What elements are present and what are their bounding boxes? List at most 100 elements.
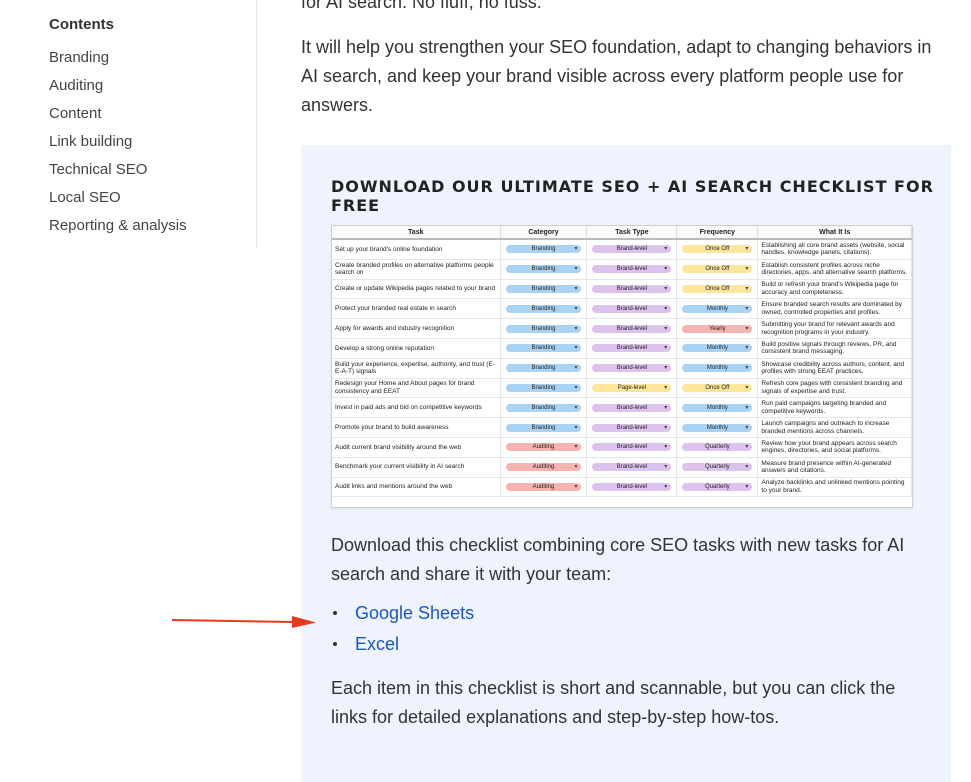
- column-header-frequency: Frequency: [676, 226, 759, 240]
- category-cell: Branding: [500, 338, 588, 359]
- table-row: Audit links and mentions around the web A…: [332, 477, 912, 498]
- task-cell: Apply for awards and industry recognitio…: [332, 318, 501, 339]
- task-cell: Invest in paid ads and bid on competitiv…: [332, 397, 501, 419]
- toc-item-branding[interactable]: Branding: [49, 44, 187, 72]
- table-row: Apply for awards and industry recognitio…: [332, 318, 912, 339]
- frequency-cell: Yearly: [676, 318, 759, 339]
- dropdown-chip: Yearly: [682, 324, 753, 333]
- column-header-task: Task: [332, 226, 501, 240]
- download-paragraph: Download this checklist combining core S…: [331, 535, 905, 584]
- dropdown-chip: Once Off: [682, 245, 753, 254]
- task-cell: Redesign your Home and About pages for b…: [332, 378, 501, 399]
- task-type-cell: Brand-level: [586, 477, 678, 498]
- download-link-item: Excel: [331, 629, 474, 660]
- dropdown-chip: Brand-level: [592, 423, 672, 432]
- dropdown-chip: Monthly: [682, 423, 753, 432]
- description-cell: Build or refresh your brand's Wikipedia …: [757, 279, 912, 300]
- frequency-cell: Once Off: [676, 279, 759, 300]
- category-cell: Branding: [500, 298, 588, 320]
- toc-item-auditing[interactable]: Auditing: [49, 72, 187, 100]
- task-cell: Audit links and mentions around the web: [332, 477, 501, 498]
- category-cell: Branding: [500, 378, 588, 399]
- dropdown-chip: Once Off: [682, 284, 753, 293]
- dropdown-chip: Branding: [505, 304, 582, 313]
- table-row: Protect your branded real estate in sear…: [332, 298, 912, 320]
- dropdown-chip: Page-level: [592, 383, 672, 392]
- frequency-cell: Once Off: [676, 259, 759, 280]
- dropdown-chip: Branding: [505, 423, 582, 432]
- frequency-cell: Once Off: [676, 378, 759, 399]
- description-cell: Showcase credibility across authors, con…: [757, 358, 912, 379]
- table-row: Benchmark your current visibility in AI …: [332, 457, 912, 478]
- dropdown-chip: Monthly: [682, 344, 753, 353]
- dropdown-chip: Brand-level: [592, 403, 672, 412]
- toc-item-local-seo[interactable]: Local SEO: [49, 184, 187, 212]
- description-cell: Establishing all core brand assets (webs…: [757, 239, 912, 260]
- category-cell: Auditing: [500, 437, 588, 458]
- dropdown-chip: Monthly: [682, 364, 753, 373]
- description-cell: Review how your brand appears across sea…: [757, 437, 912, 458]
- frequency-cell: Monthly: [676, 397, 759, 419]
- checklist-callout: DOWNLOAD OUR ULTIMATE SEO + AI SEARCH CH…: [301, 145, 951, 782]
- dropdown-chip: Branding: [505, 344, 582, 353]
- task-type-cell: Brand-level: [586, 457, 678, 478]
- google-sheets-link[interactable]: Google Sheets: [355, 603, 474, 623]
- checklist-table: Task Category Task Type Frequency What I…: [332, 226, 912, 498]
- dropdown-chip: Brand-level: [592, 364, 672, 373]
- column-header-task-type: Task Type: [586, 226, 678, 240]
- table-row: Create branded profiles on alternative p…: [332, 259, 912, 280]
- task-type-cell: Page-level: [586, 378, 678, 399]
- task-cell: Benchmark your current visibility in AI …: [332, 457, 501, 478]
- dropdown-chip: Once Off: [682, 265, 753, 274]
- callout-heading: DOWNLOAD OUR ULTIMATE SEO + AI SEARCH CH…: [331, 177, 934, 215]
- table-row: Promote your brand to build awareness Bra…: [332, 417, 912, 438]
- description-cell: Analyze backlinks and unlinked mentions …: [757, 477, 912, 498]
- toc-list: Branding Auditing Content Link building …: [49, 44, 187, 240]
- task-cell: Set up your brand's online foundation: [332, 239, 501, 260]
- category-cell: Branding: [500, 417, 588, 438]
- description-cell: Measure brand presence within AI-generat…: [757, 457, 912, 478]
- toc-item-content[interactable]: Content: [49, 100, 187, 128]
- description-cell: Submitting your brand for relevant award…: [757, 318, 912, 339]
- dropdown-chip: Brand-level: [592, 482, 672, 491]
- dropdown-chip: Branding: [505, 284, 582, 293]
- table-row: Redesign your Home and About pages for b…: [332, 378, 912, 399]
- dropdown-chip: Quarterly: [682, 443, 753, 452]
- dropdown-chip: Branding: [505, 324, 582, 333]
- dropdown-chip: Brand-level: [592, 284, 672, 293]
- frequency-cell: Quarterly: [676, 477, 759, 498]
- dropdown-chip: Branding: [505, 403, 582, 412]
- table-row: Invest in paid ads and bid on competitiv…: [332, 397, 912, 419]
- column-header-what-it-is: What It Is: [757, 226, 912, 240]
- frequency-cell: Once Off: [676, 239, 759, 260]
- toc-item-reporting[interactable]: Reporting & analysis: [49, 212, 187, 240]
- category-cell: Branding: [500, 318, 588, 339]
- dropdown-chip: Monthly: [682, 304, 753, 313]
- excel-link[interactable]: Excel: [355, 634, 399, 654]
- category-cell: Auditing: [500, 457, 588, 478]
- task-cell: Protect your branded real estate in sear…: [332, 298, 501, 320]
- table-of-contents: Contents Branding Auditing Content Link …: [0, 0, 257, 248]
- closing-paragraph: Each item in this checklist is short and…: [331, 678, 896, 727]
- category-cell: Branding: [500, 358, 588, 379]
- description-cell: Ensure branded search results are domina…: [757, 298, 912, 320]
- dropdown-chip: Quarterly: [682, 463, 753, 472]
- intro-paragraph: It will help you strengthen your SEO fou…: [301, 37, 932, 115]
- toc-item-technical-seo[interactable]: Technical SEO: [49, 156, 187, 184]
- table-row: Develop a strong online reputation Brandi…: [332, 338, 912, 359]
- task-type-cell: Brand-level: [586, 417, 678, 438]
- toc-item-link-building[interactable]: Link building: [49, 128, 187, 156]
- task-type-cell: Brand-level: [586, 358, 678, 379]
- dropdown-chip: Branding: [505, 265, 582, 274]
- table-row: Create or update Wikipedia pages related…: [332, 279, 912, 300]
- checklist-table-body: Set up your brand's online foundation Bra…: [332, 239, 912, 498]
- table-row: Build your experience, expertise, author…: [332, 358, 912, 379]
- dropdown-chip: Auditing: [505, 482, 582, 491]
- task-type-cell: Brand-level: [586, 318, 678, 339]
- dropdown-chip: Monthly: [682, 403, 753, 412]
- annotation-arrow-icon: [171, 616, 316, 628]
- task-type-cell: Brand-level: [586, 298, 678, 320]
- dropdown-chip: Branding: [505, 383, 582, 392]
- download-links: Google Sheets Excel: [331, 598, 474, 660]
- description-cell: Establish consistent profiles across nic…: [757, 259, 912, 280]
